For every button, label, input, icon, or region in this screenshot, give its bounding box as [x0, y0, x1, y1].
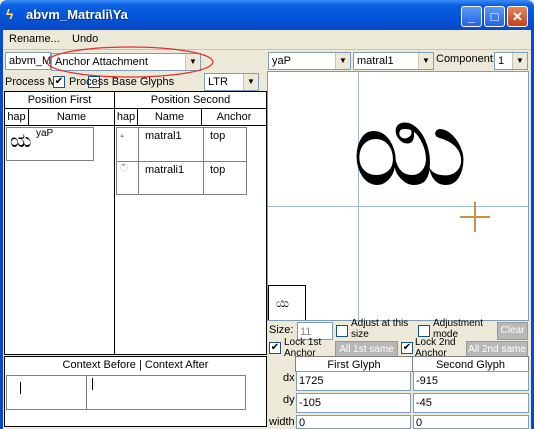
process-label: Process M [5, 76, 57, 88]
row-label-dy: dy [283, 394, 295, 406]
maximize-icon: □ [490, 9, 499, 24]
component-value: 1 [498, 55, 505, 67]
preview-thumbnail: ಯಿ [268, 285, 306, 320]
glyph-name[interactable]: matral1 [145, 130, 182, 142]
thumbnail-glyph: ಯಿ [276, 296, 289, 310]
glyph-thumb: ಁ [120, 163, 128, 174]
dy-second-field[interactable]: -45 [413, 393, 529, 413]
direction-combo[interactable]: LTR ▼ [204, 73, 259, 91]
glyph-name: yaP [36, 128, 54, 139]
direction-value: LTR [208, 76, 228, 88]
glyph-thumb: ಯ [10, 128, 32, 152]
process-base-label: Process Base Glyphs [69, 76, 175, 88]
context-after-caret [92, 378, 93, 390]
maximize-button[interactable]: □ [484, 6, 505, 27]
first-glyph-combo[interactable]: yaP ▼ [268, 52, 351, 70]
anchor-name[interactable]: top [210, 164, 225, 176]
component-combo[interactable]: 1 ▼ [494, 52, 528, 70]
glyph-name[interactable]: matrali1 [145, 164, 184, 176]
close-icon: ✕ [512, 9, 523, 24]
minimize-icon: _ [467, 9, 476, 24]
adjust-mode-checkbox[interactable] [418, 325, 430, 337]
second-glyph-combo[interactable]: matral1 ▼ [353, 52, 434, 70]
highlight-oval [46, 46, 214, 78]
close-button[interactable]: ✕ [507, 6, 528, 27]
chevron-down-icon: ▼ [243, 74, 258, 90]
position-second-col-shape[interactable]: hap [114, 108, 138, 126]
chevron-down-icon: ▼ [335, 53, 350, 69]
grid-line [86, 375, 87, 410]
first-glyph-value: yaP [272, 55, 291, 67]
context-before-caret [20, 382, 21, 394]
component-label: Component: [436, 53, 496, 65]
dy-first-field[interactable]: -105 [296, 393, 411, 413]
second-glyph-value: matral1 [357, 55, 394, 67]
all1-button[interactable]: All 1st same [335, 341, 398, 357]
all2-button[interactable]: All 2nd same [466, 341, 528, 357]
row-label-dx: dx [283, 372, 295, 384]
clear-button[interactable]: Clear [497, 322, 528, 340]
checkmark-icon: ✔ [402, 342, 412, 353]
col-first-glyph: First Glyph [295, 356, 413, 372]
anchor-name[interactable]: top [210, 130, 225, 142]
dx-first-field[interactable]: 1725 [296, 371, 411, 391]
window-frame-left [0, 30, 3, 429]
context-edit-area[interactable] [6, 375, 246, 410]
size-label: Size: [269, 324, 294, 336]
lock1-checkbox[interactable]: ✔ [269, 342, 281, 354]
anchor-cross-icon[interactable] [460, 202, 490, 232]
col-second-glyph: Second Glyph [412, 356, 529, 372]
lock2-checkbox[interactable]: ✔ [401, 342, 413, 354]
process-checkbox[interactable]: ✔ [53, 76, 65, 88]
position-first-col-shape[interactable]: hap [4, 108, 29, 126]
position-first-title: Position First [4, 91, 115, 109]
position-second-col-anchor[interactable]: Anchor [201, 108, 267, 126]
row-label-width: width [269, 416, 295, 428]
chevron-down-icon: ▼ [418, 53, 433, 69]
context-title: Context Before | Context After [4, 356, 267, 373]
chevron-down-icon: ▼ [512, 53, 527, 69]
dx-second-field[interactable]: -915 [413, 371, 529, 391]
adjust-checkbox[interactable] [336, 325, 348, 337]
grid-line [116, 161, 247, 162]
glyph-thumb: ಀ [120, 129, 125, 140]
app-icon: ϟ [6, 6, 14, 22]
preview-glyph: ಯಿ [352, 85, 468, 210]
adjust-label: Adjust at this size [351, 318, 409, 340]
checkmark-icon: ✔ [54, 76, 64, 87]
position-first-col-name[interactable]: Name [28, 108, 115, 126]
window-title: abvm_Matrali\Ya [26, 7, 128, 22]
position-second-title: Position Second [114, 91, 267, 109]
checkmark-icon: ✔ [270, 342, 280, 353]
minimize-button[interactable]: _ [461, 6, 482, 27]
width-second-field[interactable]: 0 [413, 415, 529, 429]
position-second-col-name[interactable]: Name [137, 108, 202, 126]
glyph-preview[interactable]: ಯಿ ಯಿ [267, 71, 529, 321]
width-first-field[interactable]: 0 [296, 415, 411, 429]
